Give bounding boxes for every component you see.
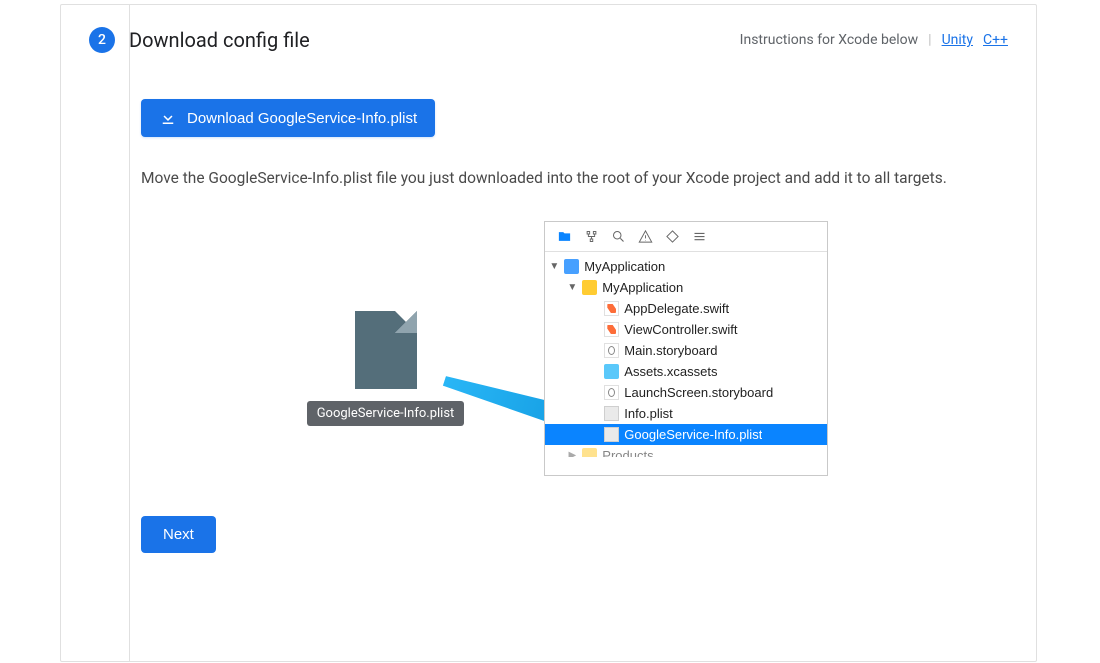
platform-links: Instructions for Xcode below | Unity C++ — [740, 32, 1008, 48]
tree-item-label: Info.plist — [624, 406, 672, 421]
tree-item-label: Main.storyboard — [624, 343, 717, 358]
tree-row: Main.storyboard — [545, 340, 827, 361]
plist-icon — [604, 406, 619, 421]
tree-item-label: LaunchScreen.storyboard — [624, 385, 773, 400]
xcode-navigator: ▼ MyApplication ▼ MyApplication AppDeleg… — [544, 221, 828, 476]
tag-icon — [665, 229, 680, 244]
tree-row: Info.plist — [545, 403, 827, 424]
cpp-link[interactable]: C++ — [983, 32, 1008, 48]
project-label: MyApplication — [584, 259, 665, 274]
xcode-tree: ▼ MyApplication ▼ MyApplication AppDeleg… — [545, 252, 827, 475]
tree-item-label: Assets.xcassets — [624, 364, 717, 379]
step-title: Download config file — [129, 28, 310, 52]
cutoff-fade — [545, 457, 827, 475]
file-icon — [355, 311, 417, 389]
disclosure-icon: ▼ — [549, 261, 559, 272]
story-icon — [604, 385, 619, 400]
separator: | — [928, 32, 931, 48]
next-button[interactable]: Next — [141, 516, 216, 553]
step-header: 2 Download config file Instructions for … — [61, 5, 1036, 53]
folder-icon — [582, 280, 597, 295]
download-button[interactable]: Download GoogleService-Info.plist — [141, 99, 435, 137]
tree-item-label: AppDelegate.swift — [624, 301, 729, 316]
disclosure-icon: ▼ — [567, 282, 577, 293]
xcode-note: Instructions for Xcode below — [740, 32, 919, 48]
tree-item-label: ViewController.swift — [624, 322, 737, 337]
step-title-wrap: 2 Download config file — [89, 27, 310, 53]
tree-row: ViewController.swift — [545, 319, 827, 340]
tree-row: Assets.xcassets — [545, 361, 827, 382]
tree-row: GoogleService-Info.plist — [545, 424, 827, 445]
config-step-panel: 2 Download config file Instructions for … — [60, 4, 1037, 662]
hierarchy-icon — [584, 229, 599, 244]
afolder-icon — [604, 364, 619, 379]
story-icon — [604, 343, 619, 358]
step-content: Download GoogleService-Info.plist Move t… — [61, 53, 1036, 577]
project-row: ▼ MyApplication — [545, 256, 827, 277]
illustration: GoogleService-Info.plist — [141, 221, 994, 476]
folder-nav-icon — [557, 229, 572, 244]
tree-row: AppDelegate.swift — [545, 298, 827, 319]
tree-row: LaunchScreen.storyboard — [545, 382, 827, 403]
search-icon — [611, 229, 626, 244]
tree-item-label: GoogleService-Info.plist — [624, 427, 762, 442]
download-icon — [159, 109, 177, 127]
project-icon — [564, 259, 579, 274]
group-label: MyApplication — [602, 280, 683, 295]
instruction-text: Move the GoogleService-Info.plist file y… — [141, 165, 994, 191]
group-row: ▼ MyApplication — [545, 277, 827, 298]
xcode-toolbar — [545, 222, 827, 252]
unity-link[interactable]: Unity — [942, 32, 973, 48]
swift-icon — [604, 301, 619, 316]
timeline-line — [129, 5, 130, 661]
warning-icon — [638, 229, 653, 244]
plist-icon — [604, 427, 619, 442]
list-icon — [692, 229, 707, 244]
swift-icon — [604, 322, 619, 337]
download-button-label: Download GoogleService-Info.plist — [187, 110, 417, 127]
step-badge: 2 — [89, 27, 115, 53]
